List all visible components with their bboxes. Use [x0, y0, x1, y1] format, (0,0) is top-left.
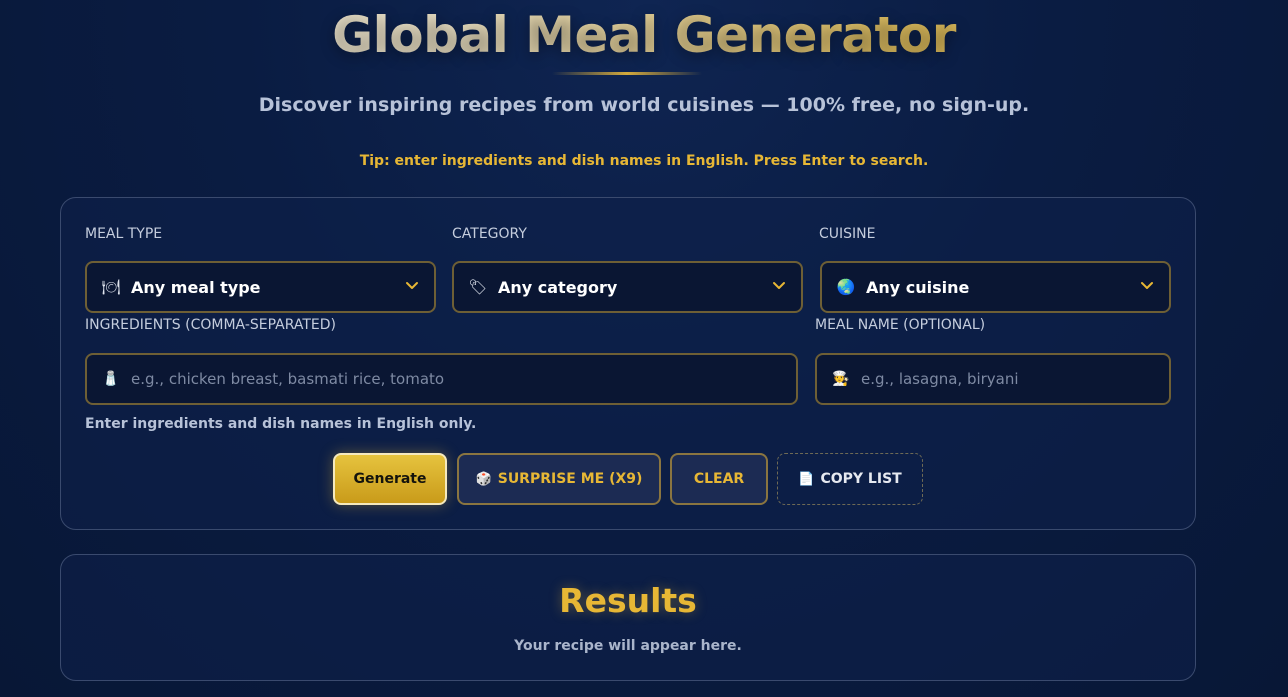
cuisine-select[interactable]: 🌏 Any cuisine	[820, 261, 1171, 313]
document-icon: 📄	[798, 471, 815, 487]
ingredients-input[interactable]	[131, 370, 757, 388]
meal-name-input[interactable]	[861, 370, 1166, 388]
meal-name-field[interactable]: 🧑‍🍳	[815, 353, 1171, 405]
tip-text: Tip: enter ingredients and dish names in…	[359, 153, 929, 169]
surprise-me-label: SURPRISE ME (X9)	[497, 471, 643, 487]
meal-type-value: Any meal type	[131, 277, 261, 297]
chevron-down-icon	[406, 282, 418, 289]
clear-button[interactable]: CLEAR	[670, 453, 768, 505]
results-title: Results	[559, 581, 697, 620]
tag-icon: 🏷	[468, 278, 488, 296]
copy-list-label: COPY LIST	[820, 471, 902, 487]
results-panel: Results Your recipe will appear here.	[60, 554, 1196, 681]
copy-list-button[interactable]: 📄 COPY LIST	[777, 453, 923, 505]
dice-icon: 🎲	[475, 471, 492, 487]
generate-label: Generate	[353, 471, 427, 487]
chevron-down-icon	[1141, 282, 1153, 289]
cuisine-value: Any cuisine	[866, 277, 970, 297]
clear-label: CLEAR	[693, 471, 745, 487]
globe-icon: 🌏	[836, 278, 856, 296]
chevron-down-icon	[773, 282, 785, 289]
page-subtitle: Discover inspiring recipes from world cu…	[258, 94, 1030, 116]
chef-icon: 🧑‍🍳	[832, 371, 850, 387]
meal-type-label: MEAL TYPE	[85, 226, 163, 242]
search-panel: MEAL TYPE CATEGORY CUISINE 🍽 Any meal ty…	[60, 197, 1196, 530]
ingredients-field[interactable]: 🧂	[85, 353, 798, 405]
category-select[interactable]: 🏷 Any category	[452, 261, 803, 313]
meal-name-label: MEAL NAME (OPTIONAL)	[815, 317, 986, 333]
meal-type-select[interactable]: 🍽 Any meal type	[85, 261, 436, 313]
english-only-hint: Enter ingredients and dish names in Engl…	[85, 416, 477, 432]
page-title: Global Meal Generator	[0, 6, 1288, 64]
ingredients-label: INGREDIENTS (COMMA-SEPARATED)	[85, 317, 337, 333]
cuisine-label: CUISINE	[819, 226, 876, 242]
results-placeholder: Your recipe will appear here.	[514, 638, 742, 654]
category-value: Any category	[498, 277, 618, 297]
salt-shaker-icon: 🧂	[102, 371, 120, 387]
surprise-me-button[interactable]: 🎲 SURPRISE ME (X9)	[457, 453, 661, 505]
generate-button[interactable]: Generate	[333, 453, 447, 505]
title-underline	[552, 72, 702, 75]
plate-icon: 🍽	[101, 278, 121, 296]
category-label: CATEGORY	[452, 226, 527, 242]
